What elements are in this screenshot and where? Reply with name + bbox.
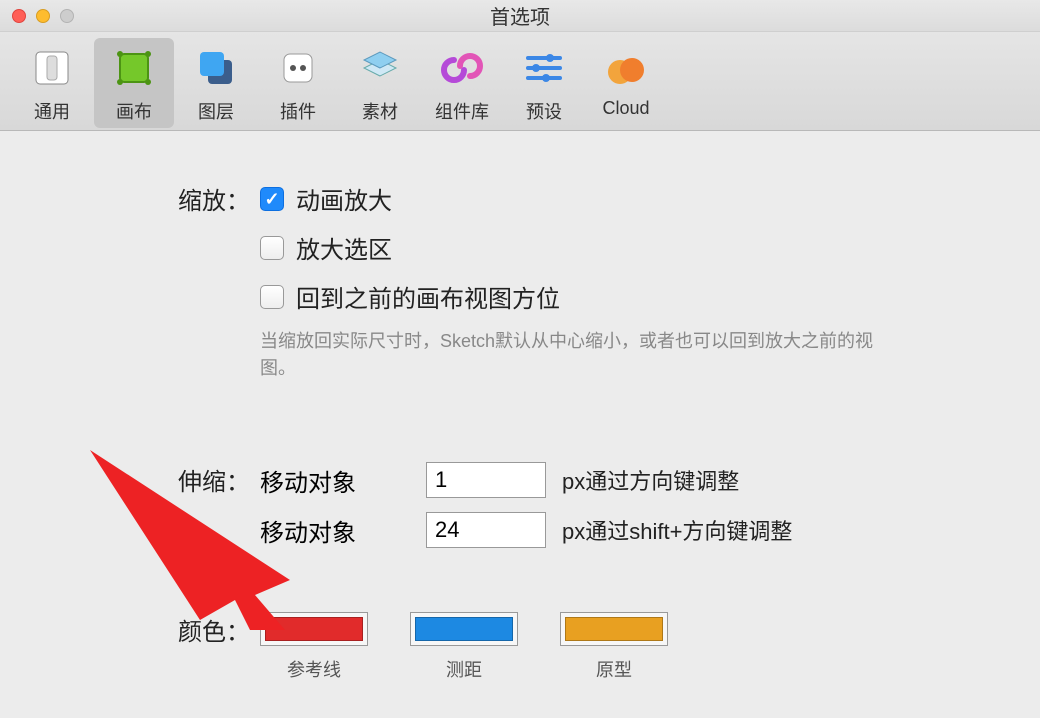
zoom-section: 缩放： 动画放大 放大选区 回到之前的画布视图方位 当缩放回实际尺寸时，Sket…	[60, 181, 980, 382]
tab-libraries[interactable]: 组件库	[422, 38, 502, 128]
colors-section: 颜色： 参考线 测距	[60, 612, 980, 682]
zoom-icon[interactable]	[60, 9, 74, 23]
libraries-icon	[438, 44, 486, 92]
checkbox-icon[interactable]	[260, 236, 284, 260]
cloud-icon	[602, 44, 650, 92]
nudge-input-arrow[interactable]	[426, 462, 546, 498]
zoom-label: 缩放：	[60, 181, 260, 216]
nudge-move-label: 移动对象	[260, 463, 410, 498]
tab-label: Cloud	[602, 98, 649, 119]
guides-color-label: 参考线	[287, 656, 341, 682]
tab-plugins[interactable]: 插件	[258, 38, 338, 128]
layers-icon	[192, 44, 240, 92]
preferences-toolbar: 通用 画布 图层 插件 素材 组件库	[0, 32, 1040, 131]
tab-label: 预设	[526, 98, 562, 124]
zoom-help-text: 当缩放回实际尺寸时，Sketch默认从中心缩小，或者也可以回到放大之前的视图。	[260, 328, 900, 382]
general-icon	[28, 44, 76, 92]
zoom-checkbox-selection[interactable]: 放大选区	[260, 230, 980, 265]
tab-libraries-assets[interactable]: 素材	[340, 38, 420, 128]
nudge-input-shift[interactable]	[426, 512, 546, 548]
plugins-icon	[274, 44, 322, 92]
measure-swatch	[415, 617, 513, 641]
tab-cloud[interactable]: Cloud	[586, 38, 666, 128]
tab-label: 画布	[116, 98, 152, 124]
nudge-section: 伸缩： 移动对象 px通过方向键调整 移动对象 px通过shift+方向键调整	[60, 462, 980, 562]
window-controls	[12, 9, 74, 23]
colors-label: 颜色：	[60, 612, 260, 647]
nudge-move-label: 移动对象	[260, 513, 410, 548]
checkbox-label: 回到之前的画布视图方位	[296, 279, 560, 314]
checkbox-label: 动画放大	[296, 181, 392, 216]
measure-color-label: 测距	[446, 656, 482, 682]
nudge-unit-text: px通过方向键调整	[562, 464, 739, 496]
nudge-unit-text: px通过shift+方向键调整	[562, 514, 792, 546]
tab-label: 插件	[280, 98, 316, 124]
tab-label: 组件库	[435, 98, 489, 124]
tab-label: 图层	[198, 98, 234, 124]
measure-color-well[interactable]	[410, 612, 518, 646]
checkbox-icon[interactable]	[260, 285, 284, 309]
prototype-color-well[interactable]	[560, 612, 668, 646]
nudge-arrow-row: 移动对象 px通过方向键调整	[260, 462, 980, 498]
assets-icon	[356, 44, 404, 92]
checkbox-label: 放大选区	[296, 230, 392, 265]
nudge-shift-row: 移动对象 px通过shift+方向键调整	[260, 512, 980, 548]
tab-canvas[interactable]: 画布	[94, 38, 174, 128]
nudge-label: 伸缩：	[60, 462, 260, 497]
tab-layers[interactable]: 图层	[176, 38, 256, 128]
preferences-content: 缩放： 动画放大 放大选区 回到之前的画布视图方位 当缩放回实际尺寸时，Sket…	[0, 131, 1040, 682]
guides-color-well[interactable]	[260, 612, 368, 646]
prototype-color-label: 原型	[596, 656, 632, 682]
checkbox-icon[interactable]	[260, 187, 284, 211]
prototype-swatch	[565, 617, 663, 641]
titlebar: 首选项	[0, 0, 1040, 32]
tab-general[interactable]: 通用	[12, 38, 92, 128]
window-title: 首选项	[490, 1, 550, 30]
presets-icon	[520, 44, 568, 92]
zoom-checkbox-animate[interactable]: 动画放大	[260, 181, 980, 216]
tab-label: 素材	[362, 98, 398, 124]
tab-label: 通用	[34, 98, 70, 124]
guides-swatch	[265, 617, 363, 641]
tab-presets[interactable]: 预设	[504, 38, 584, 128]
canvas-icon	[110, 44, 158, 92]
close-icon[interactable]	[12, 9, 26, 23]
minimize-icon[interactable]	[36, 9, 50, 23]
zoom-checkbox-back[interactable]: 回到之前的画布视图方位	[260, 279, 980, 314]
